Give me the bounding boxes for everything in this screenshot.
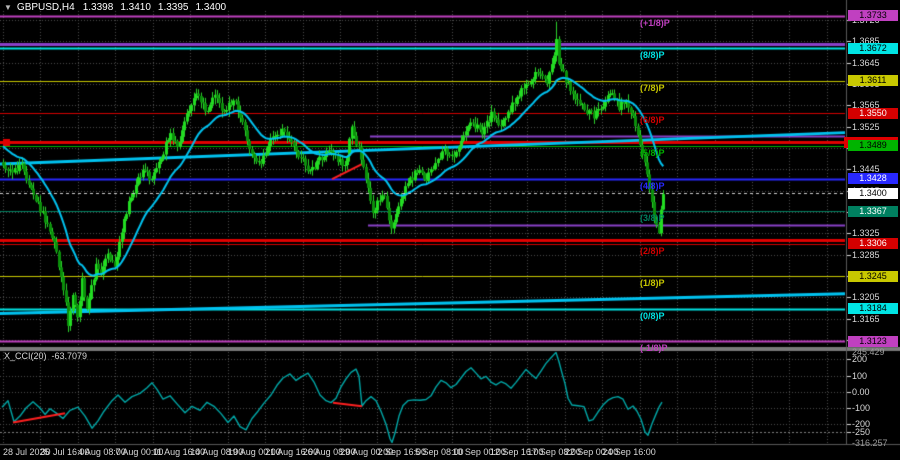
indicator-value: -63.7079 [52, 351, 88, 361]
indicator-label: X_CCI(20) -63.7079 [4, 351, 92, 361]
ohlc-open: 1.3398 [83, 2, 114, 13]
ohlc-low: 1.3395 [158, 2, 189, 13]
ohlc-high: 1.3410 [120, 2, 151, 13]
ohlc-close: 1.3400 [196, 2, 227, 13]
chart-header: ▼ GBPUSD,H4 1.3398 1.3410 1.3395 1.3400 [4, 2, 233, 13]
symbol-period-label: GBPUSD,H4 [17, 2, 75, 13]
chart-canvas[interactable] [0, 0, 900, 460]
symbol-dropdown-icon[interactable]: ▼ [4, 3, 12, 12]
indicator-name: X_CCI(20) [4, 351, 47, 361]
mt4-chart-window: ▼ GBPUSD,H4 1.3398 1.3410 1.3395 1.3400 X_CCI… [0, 0, 900, 460]
